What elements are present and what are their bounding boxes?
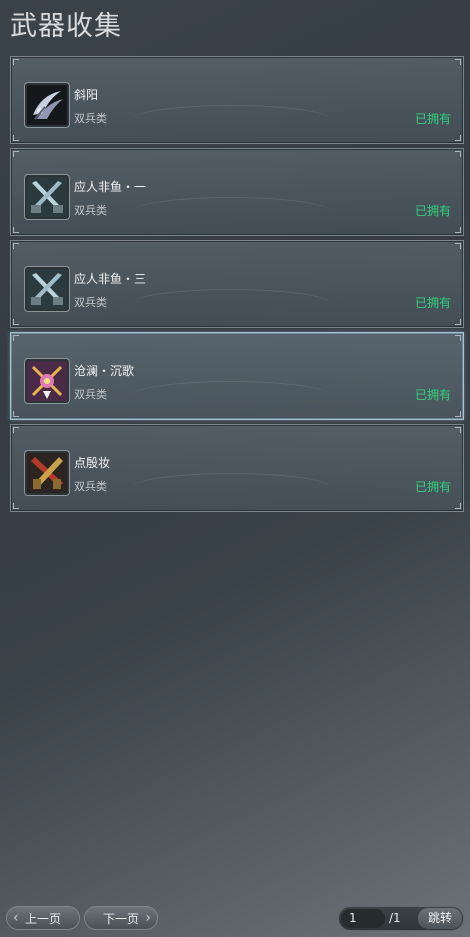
weapon-name: 斜阳 [74, 88, 99, 102]
page-title: 武器收集 [10, 11, 122, 42]
corner-ornament [455, 227, 461, 233]
prev-page-label: 上一页 [24, 911, 61, 926]
weapon-card[interactable]: 应人非鱼・三 双兵类 已拥有 [10, 240, 464, 328]
corner-ornament [455, 243, 461, 249]
cloud-pattern [131, 105, 331, 135]
corner-ornament [455, 135, 461, 141]
red-crossed-blades-icon [25, 451, 69, 495]
corner-ornament [455, 427, 461, 433]
crossed-swords-icon [25, 267, 69, 311]
owned-status: 已拥有 [414, 112, 451, 126]
cloud-pattern [131, 473, 331, 503]
chevron-left-icon: ‹ [13, 910, 19, 926]
corner-ornament [13, 59, 19, 65]
next-page-button[interactable]: 下一页 › [84, 906, 158, 930]
weapon-name: 点殷妆 [74, 456, 111, 470]
weapon-card[interactable]: 应人非鱼・一 双兵类 已拥有 [10, 148, 464, 236]
corner-ornament [13, 135, 19, 141]
weapon-name: 沧澜・沉歌 [74, 364, 135, 378]
corner-ornament [13, 227, 19, 233]
cloud-pattern [131, 289, 331, 319]
weapon-card[interactable]: 点殷妆 双兵类 已拥有 [10, 424, 464, 512]
corner-ornament [13, 503, 19, 509]
next-page-label: 下一页 [102, 911, 139, 926]
weapon-card[interactable]: 斜阳 双兵类 已拥有 [10, 56, 464, 144]
crossed-swords-icon [25, 175, 69, 219]
corner-ornament [13, 411, 19, 417]
corner-ornament [455, 335, 461, 341]
weapon-name: 应人非鱼・一 [74, 180, 147, 194]
corner-ornament [13, 151, 19, 157]
corner-ornament [13, 243, 19, 249]
owned-status: 已拥有 [414, 480, 451, 494]
page-number-input[interactable]: 1 [341, 909, 385, 928]
corner-ornament [13, 427, 19, 433]
weapon-type: 双兵类 [74, 388, 107, 401]
jump-button[interactable]: 跳转 [418, 908, 462, 929]
corner-ornament [13, 335, 19, 341]
corner-ornament [455, 59, 461, 65]
corner-ornament [455, 411, 461, 417]
weapon-name: 应人非鱼・三 [74, 272, 147, 286]
page-jump-control: 1 /1 跳转 [338, 906, 464, 931]
corner-ornament [455, 319, 461, 325]
weapon-list: 斜阳 双兵类 已拥有 应人非鱼・一 双兵类 已拥有 应人非鱼・三 双兵类 已拥有… [10, 56, 464, 516]
ornate-crossed-blades-icon [25, 359, 69, 403]
corner-ornament [13, 319, 19, 325]
chevron-right-icon: › [145, 910, 151, 926]
page-total: /1 [389, 911, 401, 925]
weapon-type: 双兵类 [74, 296, 107, 309]
owned-status: 已拥有 [414, 388, 451, 402]
corner-ornament [455, 503, 461, 509]
cloud-pattern [131, 381, 331, 411]
weapon-card-selected[interactable]: 沧澜・沉歌 双兵类 已拥有 [10, 332, 464, 420]
weapon-type: 双兵类 [74, 204, 107, 217]
cloud-pattern [131, 197, 331, 227]
corner-ornament [455, 151, 461, 157]
prev-page-button[interactable]: ‹ 上一页 [6, 906, 80, 930]
weapon-type: 双兵类 [74, 480, 107, 493]
scythe-blades-icon [25, 83, 69, 127]
weapon-type: 双兵类 [74, 112, 107, 125]
owned-status: 已拥有 [414, 204, 451, 218]
owned-status: 已拥有 [414, 296, 451, 310]
